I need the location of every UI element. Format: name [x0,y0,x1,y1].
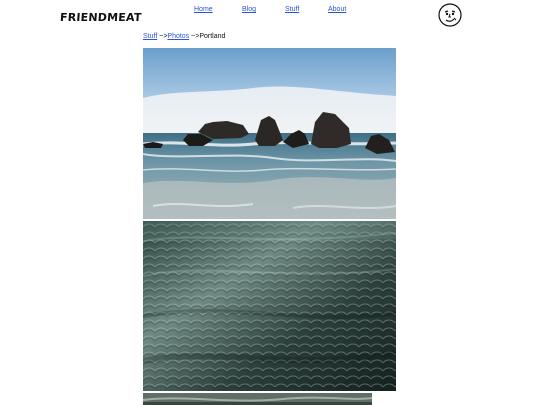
breadcrumb-separator: ~> [157,33,168,40]
nav-stuff-link[interactable]: Stuff [285,6,299,13]
nav-blog-link[interactable]: Blog [242,6,256,13]
nav-about-link[interactable]: About [328,6,346,13]
breadcrumb: Stuff ~>Photos ~>Portland [143,33,225,40]
face-logo-icon[interactable] [438,3,462,27]
page: FRIENDMEAT Home Blog Stuff About Stuff ~… [0,0,540,405]
nav-home-link[interactable]: Home [194,6,213,13]
eroded-rock-texture-photo[interactable] [143,221,396,391]
coastal-rocks-photo[interactable] [143,48,396,219]
breadcrumb-current: ~>Portland [189,33,226,40]
breadcrumb-photos-link[interactable]: Photos [167,33,189,40]
partial-photo[interactable] [143,393,372,405]
breadcrumb-stuff-link[interactable]: Stuff [143,33,157,40]
